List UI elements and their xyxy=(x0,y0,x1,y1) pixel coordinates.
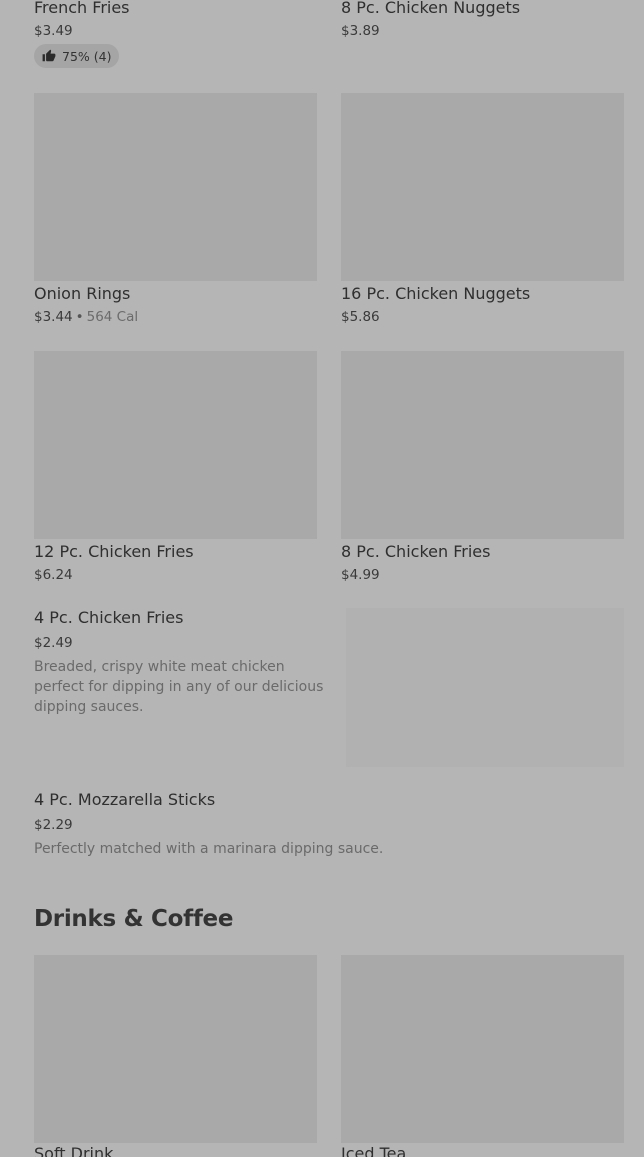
item-name: 8 Pc. Chicken Nuggets xyxy=(341,0,521,17)
item-price: $2.29 xyxy=(34,817,73,833)
item-price: $3.49 xyxy=(34,23,73,39)
item-image xyxy=(34,93,317,281)
item-image xyxy=(341,351,624,539)
item-image xyxy=(341,93,624,281)
thumbs-up-icon xyxy=(42,49,56,62)
item-image xyxy=(34,955,317,1143)
item-description: Breaded, crispy white meat chicken perfe… xyxy=(34,659,324,715)
item-calories: 564 Cal xyxy=(86,309,139,325)
item-image xyxy=(346,608,624,767)
item-price: $3.44 xyxy=(34,309,73,325)
item-name: 16 Pc. Chicken Nuggets xyxy=(341,284,531,303)
menu-item-16pc-nuggets[interactable]: 16 Pc. Chicken Nuggets $5.86 xyxy=(341,93,624,333)
item-name: French Fries xyxy=(34,0,130,17)
item-name: 4 Pc. Mozzarella Sticks xyxy=(34,790,216,809)
rating-text: 75% (4) xyxy=(62,48,112,64)
menu-item-4pc-chicken-fries[interactable]: 4 Pc. Chicken Fries $2.49 Breaded, crisp… xyxy=(34,608,624,768)
item-name: 8 Pc. Chicken Fries xyxy=(341,542,491,561)
menu-item-french-fries[interactable]: French Fries $3.49 75% (4) xyxy=(34,0,318,70)
item-price: $2.49 xyxy=(34,635,73,651)
item-name: 12 Pc. Chicken Fries xyxy=(34,542,194,561)
section-title-drinks: Drinks & Coffee xyxy=(34,906,234,932)
menu-item-iced-tea[interactable]: Iced Tea xyxy=(341,955,624,1157)
menu-item-soft-drink[interactable]: Soft Drink xyxy=(34,955,317,1157)
menu-item-4pc-mozzarella-sticks[interactable]: 4 Pc. Mozzarella Sticks $2.29 Perfectly … xyxy=(34,790,624,862)
menu-item-onion-rings[interactable]: Onion Rings $3.44 • 564 Cal xyxy=(34,93,317,333)
item-meta: $3.44 • 564 Cal xyxy=(34,308,138,326)
item-price: $5.86 xyxy=(341,309,380,325)
meta-separator: • xyxy=(75,309,84,325)
item-image xyxy=(34,351,317,539)
item-name: Onion Rings xyxy=(34,284,131,303)
item-name: Soft Drink xyxy=(34,1144,114,1157)
item-name: 4 Pc. Chicken Fries xyxy=(34,608,184,627)
rating-badge: 75% (4) xyxy=(34,44,120,68)
menu-item-8pc-chicken-fries[interactable]: 8 Pc. Chicken Fries $4.99 xyxy=(341,351,624,591)
item-price: $3.89 xyxy=(341,23,380,39)
menu-item-8pc-nuggets[interactable]: 8 Pc. Chicken Nuggets $3.89 xyxy=(341,0,624,44)
item-description: Perfectly matched with a marinara dippin… xyxy=(34,841,384,857)
item-price: $4.99 xyxy=(341,567,380,583)
item-price: $6.24 xyxy=(34,567,73,583)
item-image xyxy=(341,955,624,1143)
item-name: Iced Tea xyxy=(341,1144,407,1157)
menu-item-12pc-chicken-fries[interactable]: 12 Pc. Chicken Fries $6.24 xyxy=(34,351,317,591)
